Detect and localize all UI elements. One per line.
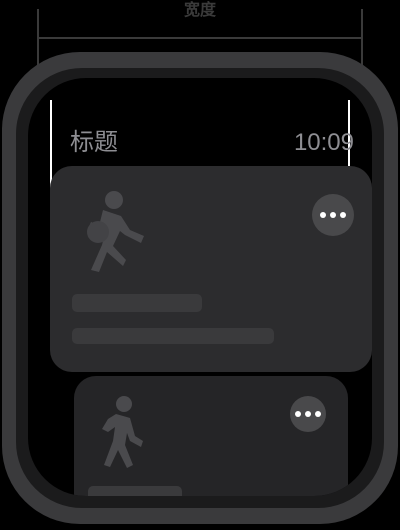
- width-dimension-tick-right: [361, 9, 363, 71]
- content-card[interactable]: [74, 376, 348, 496]
- width-dimension-tick-left: [37, 9, 39, 71]
- stage: 宽度 标题 10:09: [0, 0, 400, 530]
- ellipsis-dot-icon: [315, 411, 321, 417]
- watch-case: 标题 10:09: [2, 52, 398, 524]
- width-dimension-line: [38, 37, 362, 39]
- page-title: 标题: [70, 129, 118, 156]
- ellipsis-dot-icon: [330, 212, 336, 218]
- walking-figure-icon: [102, 396, 143, 468]
- watch-bezel: 标题 10:09: [16, 68, 384, 508]
- content-card[interactable]: [50, 166, 372, 372]
- more-options-button[interactable]: [290, 396, 326, 432]
- ellipsis-dot-icon: [305, 411, 311, 417]
- more-options-button[interactable]: [312, 194, 354, 236]
- width-annotation-label: 宽度: [183, 2, 216, 19]
- text-placeholder: [72, 294, 202, 312]
- watch-screen: 标题 10:09: [28, 78, 372, 496]
- ellipsis-dot-icon: [320, 212, 326, 218]
- ellipsis-dot-icon: [340, 212, 346, 218]
- text-placeholder: [72, 328, 274, 344]
- running-figure-icon: [87, 191, 144, 272]
- text-placeholder: [88, 486, 182, 496]
- ellipsis-dot-icon: [295, 411, 301, 417]
- clock-time: 10:09: [293, 129, 354, 156]
